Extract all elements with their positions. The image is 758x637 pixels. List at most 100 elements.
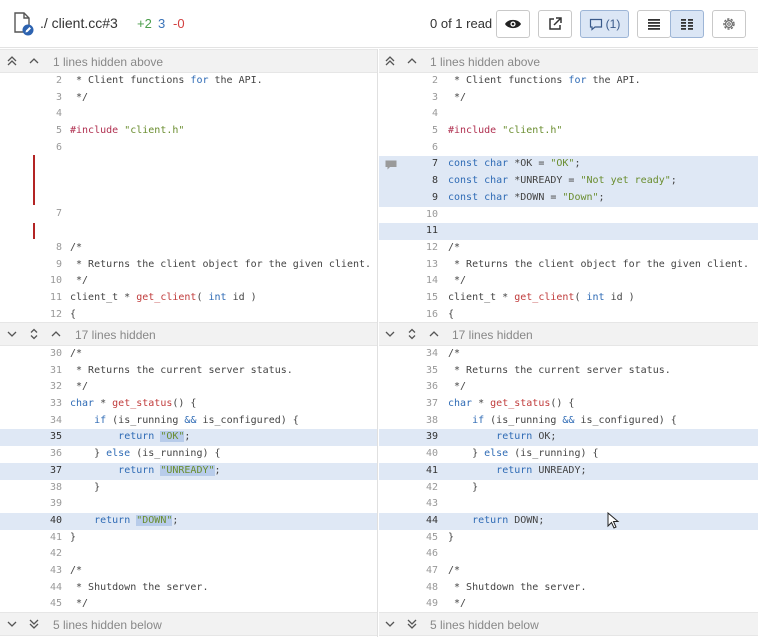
mouse-cursor-icon xyxy=(607,511,621,530)
code-line-changed: 39 return OK; xyxy=(379,429,758,447)
code-line-changed: 35 return "OK"; xyxy=(0,429,377,447)
chevron-up-icon xyxy=(428,328,440,343)
code-line: 42 xyxy=(49,548,62,560)
hidden-lines-below-bar: 5 lines hidden below xyxy=(379,612,758,636)
code-line: 32 */ xyxy=(49,381,89,393)
code-line-added: 9 const char *DOWN = "Down"; xyxy=(379,189,758,207)
hidden-lines-below-label: 5 lines hidden below xyxy=(430,618,539,632)
code-line: 31 * Returns the current server status. xyxy=(49,364,293,376)
comment-marker-icon[interactable] xyxy=(385,157,397,170)
hidden-lines-middle-bar: 17 lines hidden xyxy=(379,322,758,346)
code-line: 2 * Client functions for the API. xyxy=(55,75,263,86)
code-line: 36 } else (is_running) { xyxy=(49,448,221,460)
deletion-marker xyxy=(33,155,35,205)
code-line-changed: 40 return "DOWN"; xyxy=(0,512,377,530)
file-modified-icon xyxy=(13,12,35,36)
expand-all-up-button[interactable] xyxy=(5,54,19,70)
code-line: 38 if (is_running && is_configured) { xyxy=(425,414,677,426)
expand-vertical-icon xyxy=(406,328,418,343)
code-line-changed: 37 return "UNREADY"; xyxy=(0,462,377,480)
code-line: 16{ xyxy=(425,308,455,320)
hidden-lines-above-label: 1 lines hidden above xyxy=(53,55,164,69)
double-chevron-down-icon xyxy=(28,618,40,633)
unified-view-icon xyxy=(647,18,661,30)
code-line: 49 */ xyxy=(425,598,467,610)
left-pane: 1 lines hidden above 2 * Client function… xyxy=(0,49,378,637)
expand-all-down-button[interactable] xyxy=(405,617,419,633)
hidden-lines-below-label: 5 lines hidden below xyxy=(53,618,162,632)
split-view-button[interactable] xyxy=(670,10,704,38)
code-line: 10 xyxy=(425,208,438,220)
expand-down-button[interactable] xyxy=(383,327,397,343)
file-name[interactable]: ./ client.cc#3 xyxy=(40,15,118,31)
code-line: 37 char * get_status() { xyxy=(425,398,575,410)
hidden-lines-label: 17 lines hidden xyxy=(75,328,156,342)
expand-all-button[interactable] xyxy=(405,327,419,343)
expand-all-button[interactable] xyxy=(27,327,41,343)
code-line-added: 8 const char *UNREADY = "Not yet ready"; xyxy=(379,173,758,190)
hidden-lines-below-bar: 5 lines hidden below xyxy=(0,612,377,636)
left-code-block-2: 30/* 31 * Returns the current server sta… xyxy=(0,346,377,613)
code-line: 30/* xyxy=(49,348,83,359)
open-external-button[interactable] xyxy=(538,10,572,38)
code-line: 33 char * get_status() { xyxy=(49,398,197,410)
code-line: 41} xyxy=(49,531,77,543)
comment-icon xyxy=(589,18,603,31)
expand-up-button[interactable] xyxy=(405,54,419,70)
code-line: 4 xyxy=(431,108,438,120)
expand-down-button[interactable] xyxy=(383,617,397,633)
comments-button[interactable]: (1) xyxy=(580,10,629,38)
comment-count: (1) xyxy=(605,17,621,31)
right-code-block-2: 34/* 35 * Returns the current server sta… xyxy=(379,346,758,613)
chevron-down-icon xyxy=(6,618,18,633)
chevron-down-icon xyxy=(384,618,396,633)
read-status: 0 of 1 read xyxy=(430,16,493,31)
code-line-added: 11 xyxy=(379,223,758,240)
diff-gap xyxy=(0,156,377,206)
hidden-lines-above-bar: 1 lines hidden above xyxy=(379,49,758,73)
code-line-changed: 41 return UNREADY; xyxy=(379,462,758,480)
code-line: 45 */ xyxy=(49,598,89,610)
code-line: 35 * Returns the current server status. xyxy=(425,364,671,376)
hidden-lines-above-label: 1 lines hidden above xyxy=(430,55,541,69)
mark-read-button[interactable] xyxy=(496,10,530,38)
code-line-changed: 44 return DOWN; xyxy=(379,512,758,530)
hidden-lines-above-bar: 1 lines hidden above xyxy=(0,49,377,73)
gear-icon xyxy=(721,16,737,32)
code-line: 10 */ xyxy=(49,275,89,287)
eye-icon xyxy=(504,18,522,30)
expand-all-down-button[interactable] xyxy=(27,617,41,633)
code-line: 42 } xyxy=(425,481,479,493)
code-line: 45} xyxy=(425,531,455,543)
code-line: 36 */ xyxy=(425,381,467,393)
expand-up-button[interactable] xyxy=(27,54,41,70)
double-chevron-up-icon xyxy=(6,55,18,70)
code-line: 7 xyxy=(55,208,62,220)
expand-down-button[interactable] xyxy=(5,327,19,343)
code-line: 44 * Shutdown the server. xyxy=(49,581,209,593)
code-line: 8/* xyxy=(55,241,83,253)
code-line: 34/* xyxy=(425,348,461,359)
chevron-down-icon xyxy=(6,328,18,343)
code-line: 46 xyxy=(425,548,438,560)
diff-gap xyxy=(0,223,377,240)
left-code-block-1: 2 * Client functions for the API. 3 */ 4… xyxy=(0,73,377,323)
code-line-added: 7 const char *OK = "OK"; xyxy=(379,156,758,174)
code-line: 6 xyxy=(55,141,62,153)
expand-up-button[interactable] xyxy=(427,327,441,343)
expand-up-button[interactable] xyxy=(49,327,63,343)
settings-button[interactable] xyxy=(712,10,746,38)
external-link-icon xyxy=(547,16,563,32)
double-chevron-down-icon xyxy=(406,618,418,633)
code-line: 12{ xyxy=(49,308,77,320)
code-line: 39 xyxy=(49,498,62,510)
code-line: 47/* xyxy=(425,564,461,576)
expand-down-button[interactable] xyxy=(5,617,19,633)
code-line: 5 #include "client.h" xyxy=(431,125,563,137)
removed-count: -0 xyxy=(173,16,185,31)
code-line: 43 xyxy=(425,498,438,510)
code-line: 14 */ xyxy=(425,275,467,287)
modified-count: 3 xyxy=(158,16,166,31)
expand-all-up-button[interactable] xyxy=(383,54,397,70)
unified-view-button[interactable] xyxy=(637,10,671,38)
